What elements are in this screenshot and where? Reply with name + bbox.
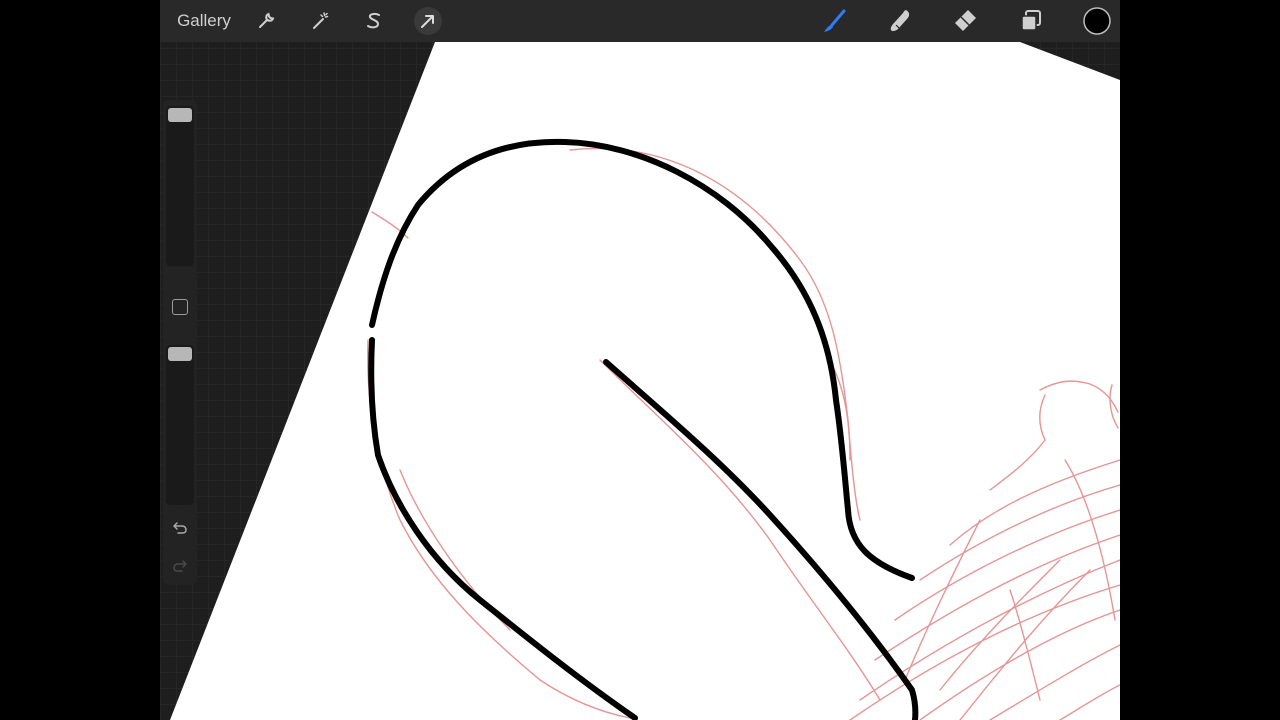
undo-arrow-icon[interactable] [168,518,192,538]
gallery-button[interactable]: Gallery [170,3,238,39]
layers-icon[interactable] [1016,3,1046,39]
opacity-thumb[interactable] [168,347,192,361]
selection-s-icon[interactable] [361,3,387,39]
opacity-slider[interactable] [166,345,194,505]
left-sidebar [163,100,197,585]
square-modify-icon[interactable] [172,299,188,315]
arrow-cursor-icon[interactable] [413,3,443,39]
paintbrush-icon[interactable] [820,3,850,39]
drawing-canvas[interactable] [160,0,1120,720]
brush-size-thumb[interactable] [168,108,192,122]
canvas-paper [170,42,1120,720]
color-circle-icon[interactable] [1081,3,1113,39]
top-toolbar: Gallery [160,0,1120,42]
redo-arrow-icon[interactable] [168,556,192,576]
eraser-icon[interactable] [950,3,980,39]
procreate-app: Gallery [160,0,1120,720]
magic-wand-icon[interactable] [307,3,333,39]
wrench-icon[interactable] [253,3,279,39]
brush-size-slider[interactable] [166,106,194,266]
smudge-finger-icon[interactable] [885,3,915,39]
